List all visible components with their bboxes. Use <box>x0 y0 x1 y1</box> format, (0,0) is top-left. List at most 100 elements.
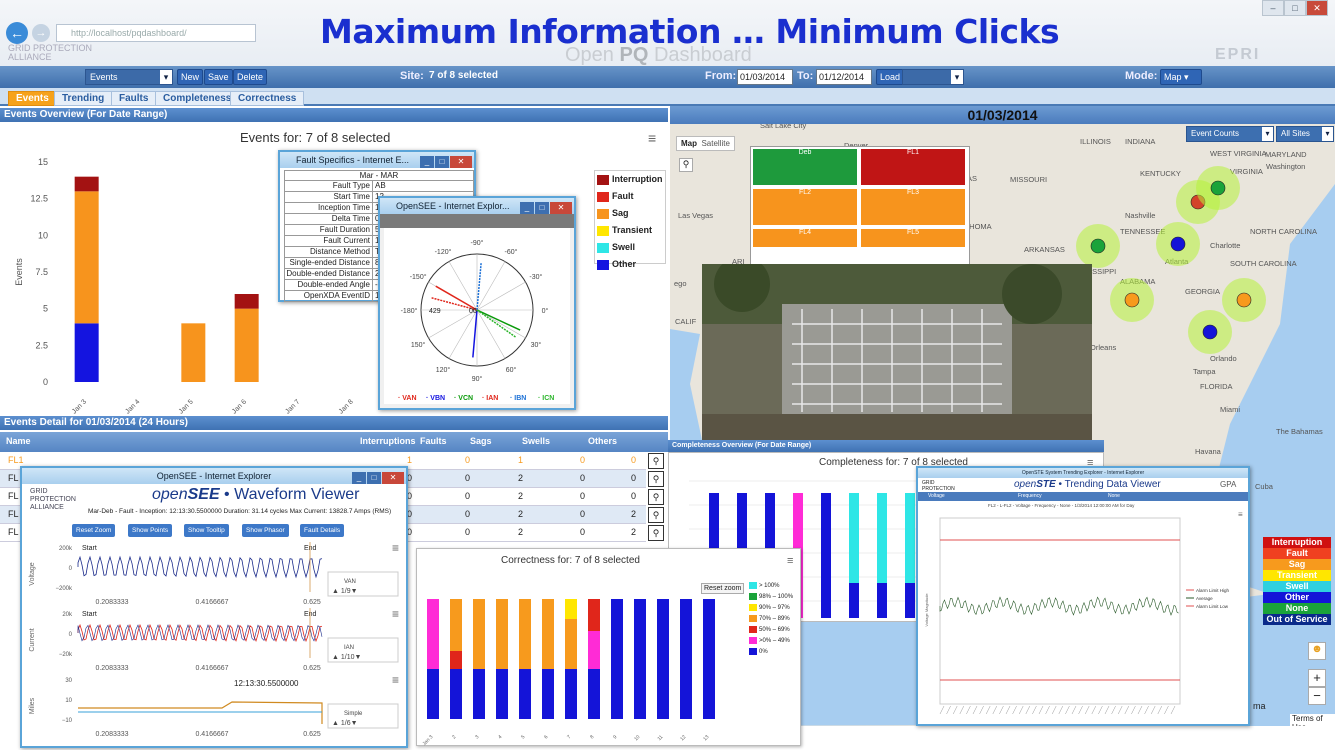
chart-menu-icon: ≡ <box>392 542 399 555</box>
fault-key: Start Time <box>285 192 373 202</box>
map-place-label: ego <box>674 279 687 288</box>
opensee-show-points-button[interactable]: Show Points <box>128 524 173 537</box>
opensee-fault-details-button[interactable]: Fault Details <box>300 524 345 537</box>
maximize-icon[interactable]: □ <box>435 156 449 168</box>
site-tile[interactable]: FL1 <box>861 149 965 185</box>
x-tick-label: 0.4166667 <box>195 731 228 738</box>
x-tick <box>946 705 951 715</box>
x-tick-label: 9 <box>612 734 618 740</box>
table-cell: 2 <box>517 527 523 537</box>
minimize-icon[interactable]: _ <box>420 156 434 168</box>
map-zoom-icon[interactable]: ⚲ <box>679 158 693 172</box>
tab-correctness[interactable]: Correctness <box>230 91 305 106</box>
legend-swatch <box>749 592 757 600</box>
load-button[interactable]: Load <box>876 69 905 85</box>
all-sites-select[interactable]: All Sites ▾ <box>1276 126 1334 142</box>
map-date-header: 01/03/2014 <box>670 106 1335 124</box>
open-waveform-icon[interactable]: ⚲ <box>648 525 664 541</box>
site-tile[interactable]: FL2 <box>753 189 857 225</box>
map-place-label: Washington <box>1266 162 1305 171</box>
site-tile[interactable]: FL4 <box>753 229 857 247</box>
correctness-bar <box>565 669 577 719</box>
y-tick-label: −20k <box>59 652 73 658</box>
table-cell: 2 <box>517 509 523 519</box>
tab-trending[interactable]: Trending <box>54 91 113 106</box>
maximize-icon[interactable]: □ <box>367 472 381 484</box>
table-cell: 0 <box>579 527 585 537</box>
mode-select[interactable]: Map ▾ <box>1160 69 1202 85</box>
quantity-select[interactable]: Voltage <box>928 493 945 499</box>
delete-button[interactable]: Delete <box>233 69 268 85</box>
from-date-input[interactable]: 01/03/2014 <box>737 69 793 85</box>
opensee-show-tooltip-button[interactable]: Show Tooltip <box>184 524 229 537</box>
x-tick <box>1084 705 1090 715</box>
status-legend: Interruption Fault Sag Transient Swell Other N… <box>1263 537 1331 625</box>
map-type-control[interactable]: Map Satellite <box>676 136 735 151</box>
tab-faults[interactable]: Faults <box>111 91 157 106</box>
save-button[interactable]: Save <box>204 69 233 85</box>
mode-label: Mode: <box>1125 70 1158 82</box>
address-bar[interactable]: http://localhost/pqdashboard/ <box>56 24 256 42</box>
map-zoom-out-button[interactable]: − <box>1308 687 1326 705</box>
open-waveform-icon[interactable]: ⚲ <box>648 453 664 469</box>
correctness-legend-item: 0% <box>749 647 801 658</box>
events-overview-header: Events Overview (For Date Range) <box>0 108 668 122</box>
site-tile[interactable]: FL5 <box>861 229 965 247</box>
close-icon[interactable]: ✕ <box>382 472 404 484</box>
to-date-input[interactable]: 01/12/2014 <box>816 69 872 85</box>
frequency-select[interactable]: Frequency <box>1018 493 1042 499</box>
open-waveform-icon[interactable]: ⚲ <box>648 489 664 505</box>
site-select[interactable]: 7 of 8 selected <box>425 69 600 85</box>
close-icon[interactable]: ✕ <box>550 202 572 214</box>
none-select[interactable]: None <box>1108 493 1120 499</box>
new-button[interactable]: New <box>177 69 204 85</box>
opensee-show-phasor-button[interactable]: Show Phasor <box>242 524 289 537</box>
legend-swatch <box>597 191 609 202</box>
minimize-icon[interactable]: – <box>1262 0 1284 16</box>
x-tick-label: 4 <box>497 734 503 740</box>
y-tick-label: 2.5 <box>35 340 48 350</box>
bar-interruption <box>234 294 259 309</box>
tab-events[interactable]: Events <box>8 91 57 106</box>
x-tick-label: 0.2083333 <box>95 665 128 672</box>
map-zoom-in-button[interactable]: + <box>1308 669 1326 687</box>
open-waveform-icon[interactable]: ⚲ <box>648 507 664 523</box>
event-counts-select[interactable]: Event Counts ▾ <box>1186 126 1274 142</box>
table-cell: 0 <box>630 491 636 501</box>
tab-completeness[interactable]: Completeness <box>155 91 240 106</box>
open-waveform-icon[interactable]: ⚲ <box>648 471 664 487</box>
forward-button[interactable]: → <box>32 24 50 42</box>
site-marker <box>1210 180 1226 196</box>
column-header: Swells <box>522 436 551 446</box>
to-label: To: <box>797 70 814 82</box>
street-view-icon[interactable]: ☻ <box>1308 642 1326 660</box>
view-select[interactable]: Events ▾ <box>85 69 173 85</box>
minimize-icon[interactable]: _ <box>520 202 534 214</box>
correctness-bar <box>519 669 531 719</box>
chart-menu-icon: ≡ <box>1238 510 1243 519</box>
opensee-reset-zoom-button[interactable]: Reset Zoom <box>72 524 116 537</box>
correctness-bar <box>542 669 554 719</box>
site-tile[interactable]: Deb <box>753 149 857 185</box>
close-icon[interactable]: ✕ <box>450 156 472 168</box>
y-tick-label: 30 <box>65 678 72 684</box>
chart-menu-icon[interactable]: ≡ <box>648 130 656 146</box>
maximize-icon[interactable]: □ <box>535 202 549 214</box>
map-place-label: Miami <box>1220 405 1240 414</box>
fault-key: Single-ended Distance <box>285 258 373 268</box>
maximize-icon[interactable]: □ <box>1284 0 1306 16</box>
fault-key: Fault Duration <box>285 225 373 235</box>
correctness-bar-chart: Jan 3 2 3 4 5 6 7 8 9 10 11 12 13 <box>422 599 715 747</box>
close-icon[interactable]: ✕ <box>1306 0 1328 16</box>
back-button[interactable]: ← <box>6 22 28 44</box>
plot-area <box>939 517 1181 705</box>
minimize-icon[interactable]: _ <box>352 472 366 484</box>
load-select[interactable]: ▾ <box>902 69 964 85</box>
y-axis-label: Current <box>29 628 36 651</box>
terms-link[interactable]: Terms of Use <box>1290 714 1335 726</box>
completeness-header: Completeness Overview (For Date Range) <box>668 440 1104 452</box>
x-tick-label: 8 <box>589 734 595 740</box>
x-tick <box>979 705 984 715</box>
correctness-menu-icon[interactable]: ≡ <box>787 555 793 567</box>
site-tile[interactable]: FL3 <box>861 189 965 225</box>
